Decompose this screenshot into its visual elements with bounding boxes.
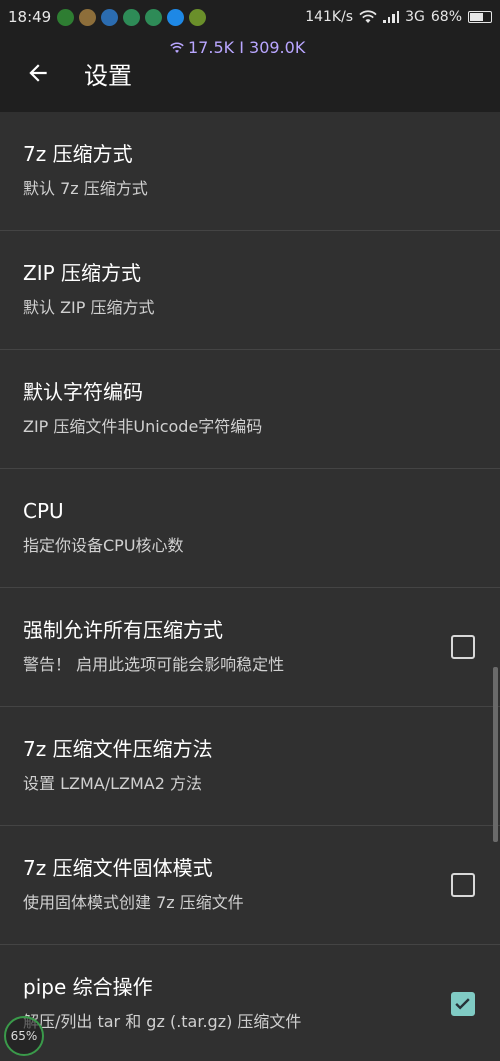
scrollbar[interactable] — [493, 667, 498, 842]
settings-checkbox[interactable] — [451, 992, 475, 1016]
settings-item-subtitle: 默认 ZIP 压缩方式 — [23, 298, 155, 317]
settings-item-title: 强制允许所有压缩方式 — [23, 618, 223, 642]
net-speed-wifi-icon — [170, 42, 184, 53]
settings-item-title: 7z 压缩文件压缩方法 — [23, 737, 213, 761]
settings-item-text: 7z 压缩文件压缩方法设置 LZMA/LZMA2 方法 — [23, 737, 472, 795]
signal-icon — [383, 11, 400, 23]
settings-item-subtitle: 警告！ 启用此选项可能会影响稳定性 — [23, 655, 285, 674]
settings-item-text: ZIP 压缩方式默认 ZIP 压缩方式 — [23, 261, 472, 319]
app-icon-2 — [79, 8, 97, 26]
app-icon-7 — [189, 8, 207, 26]
settings-item-subtitle: 指定你设备CPU核心数 — [23, 536, 184, 555]
check-icon — [455, 998, 470, 1010]
status-bar: 18:49 141K/s 3G 68% — [0, 0, 500, 34]
settings-item[interactable]: 强制允许所有压缩方式警告！ 启用此选项可能会影响稳定性 — [0, 588, 500, 707]
arrow-back-icon — [29, 64, 47, 82]
battery-icon — [468, 11, 492, 23]
app-icon-6 — [167, 8, 185, 26]
app-bar: 17.5K I 309.0K 设置 — [0, 34, 500, 112]
settings-item[interactable]: 默认字符编码 ZIP 压缩文件非Unicode字符编码 — [0, 350, 500, 469]
settings-item-subtitle: 默认 7z 压缩方式 — [23, 179, 148, 198]
settings-item-text: CPU 指定你设备CPU核心数 — [23, 499, 472, 557]
settings-item[interactable]: 7z 压缩文件压缩方法设置 LZMA/LZMA2 方法 — [0, 707, 500, 826]
wifi-icon — [359, 10, 377, 23]
app-icon-4 — [123, 8, 141, 26]
app-icon-1 — [57, 8, 75, 26]
settings-item-text: 7z 压缩文件固体模式使用固体模式创建 7z 压缩文件 — [23, 856, 441, 914]
settings-checkbox[interactable] — [451, 873, 475, 897]
floating-battery-widget[interactable]: 65% — [4, 1016, 44, 1056]
settings-item-subtitle: 设置 LZMA/LZMA2 方法 — [23, 774, 202, 793]
settings-item[interactable]: CPU 指定你设备CPU核心数 — [0, 469, 500, 588]
settings-item-text: 强制允许所有压缩方式警告！ 启用此选项可能会影响稳定性 — [23, 618, 441, 676]
settings-item-title: 7z 压缩文件固体模式 — [23, 856, 213, 880]
app-icon-3 — [101, 8, 119, 26]
page-title: 设置 — [84, 61, 132, 90]
status-time: 18:49 — [8, 8, 52, 26]
back-button[interactable] — [18, 53, 58, 93]
settings-item[interactable]: 7z 压缩方式默认 7z 压缩方式 — [0, 112, 500, 231]
battery-percent: 68% — [430, 9, 462, 25]
settings-item[interactable]: pipe 综合操作解压/列出 tar 和 gz (.tar.gz) 压缩文件 — [0, 945, 500, 1061]
settings-item-subtitle: 解压/列出 tar 和 gz (.tar.gz) 压缩文件 — [23, 1012, 302, 1031]
network-type: 3G — [405, 9, 425, 25]
settings-item[interactable]: ZIP 压缩方式默认 ZIP 压缩方式 — [0, 231, 500, 350]
battery-fill — [470, 13, 483, 21]
settings-item-title: 默认字符编码 — [23, 380, 143, 404]
settings-item-subtitle: 使用固体模式创建 7z 压缩文件 — [23, 893, 244, 912]
net-speed-text: 17.5K I 309.0K — [188, 38, 306, 57]
status-right: 141K/s 3G 68% — [305, 9, 492, 25]
settings-item-text: pipe 综合操作解压/列出 tar 和 gz (.tar.gz) 压缩文件 — [23, 975, 441, 1033]
app-icon-5 — [145, 8, 163, 26]
floating-battery-text: 65% — [10, 1029, 38, 1043]
settings-checkbox[interactable] — [451, 635, 475, 659]
settings-list: 7z 压缩方式默认 7z 压缩方式 ZIP 压缩方式默认 ZIP 压缩方式默认字符… — [0, 112, 500, 1061]
settings-item-title: 7z 压缩方式 — [23, 142, 133, 166]
net-speed-overlay: 17.5K I 309.0K — [170, 38, 305, 57]
settings-item-text: 默认字符编码 ZIP 压缩文件非Unicode字符编码 — [23, 380, 472, 438]
settings-item-text: 7z 压缩方式默认 7z 压缩方式 — [23, 142, 472, 200]
net-rate: 141K/s — [305, 9, 354, 25]
settings-item-subtitle: ZIP 压缩文件非Unicode字符编码 — [23, 417, 263, 436]
settings-item-title: CPU — [23, 499, 64, 523]
settings-item-title: ZIP 压缩方式 — [23, 261, 142, 285]
notification-icons — [57, 8, 207, 26]
settings-item-title: pipe 综合操作 — [23, 975, 153, 999]
settings-item[interactable]: 7z 压缩文件固体模式使用固体模式创建 7z 压缩文件 — [0, 826, 500, 945]
